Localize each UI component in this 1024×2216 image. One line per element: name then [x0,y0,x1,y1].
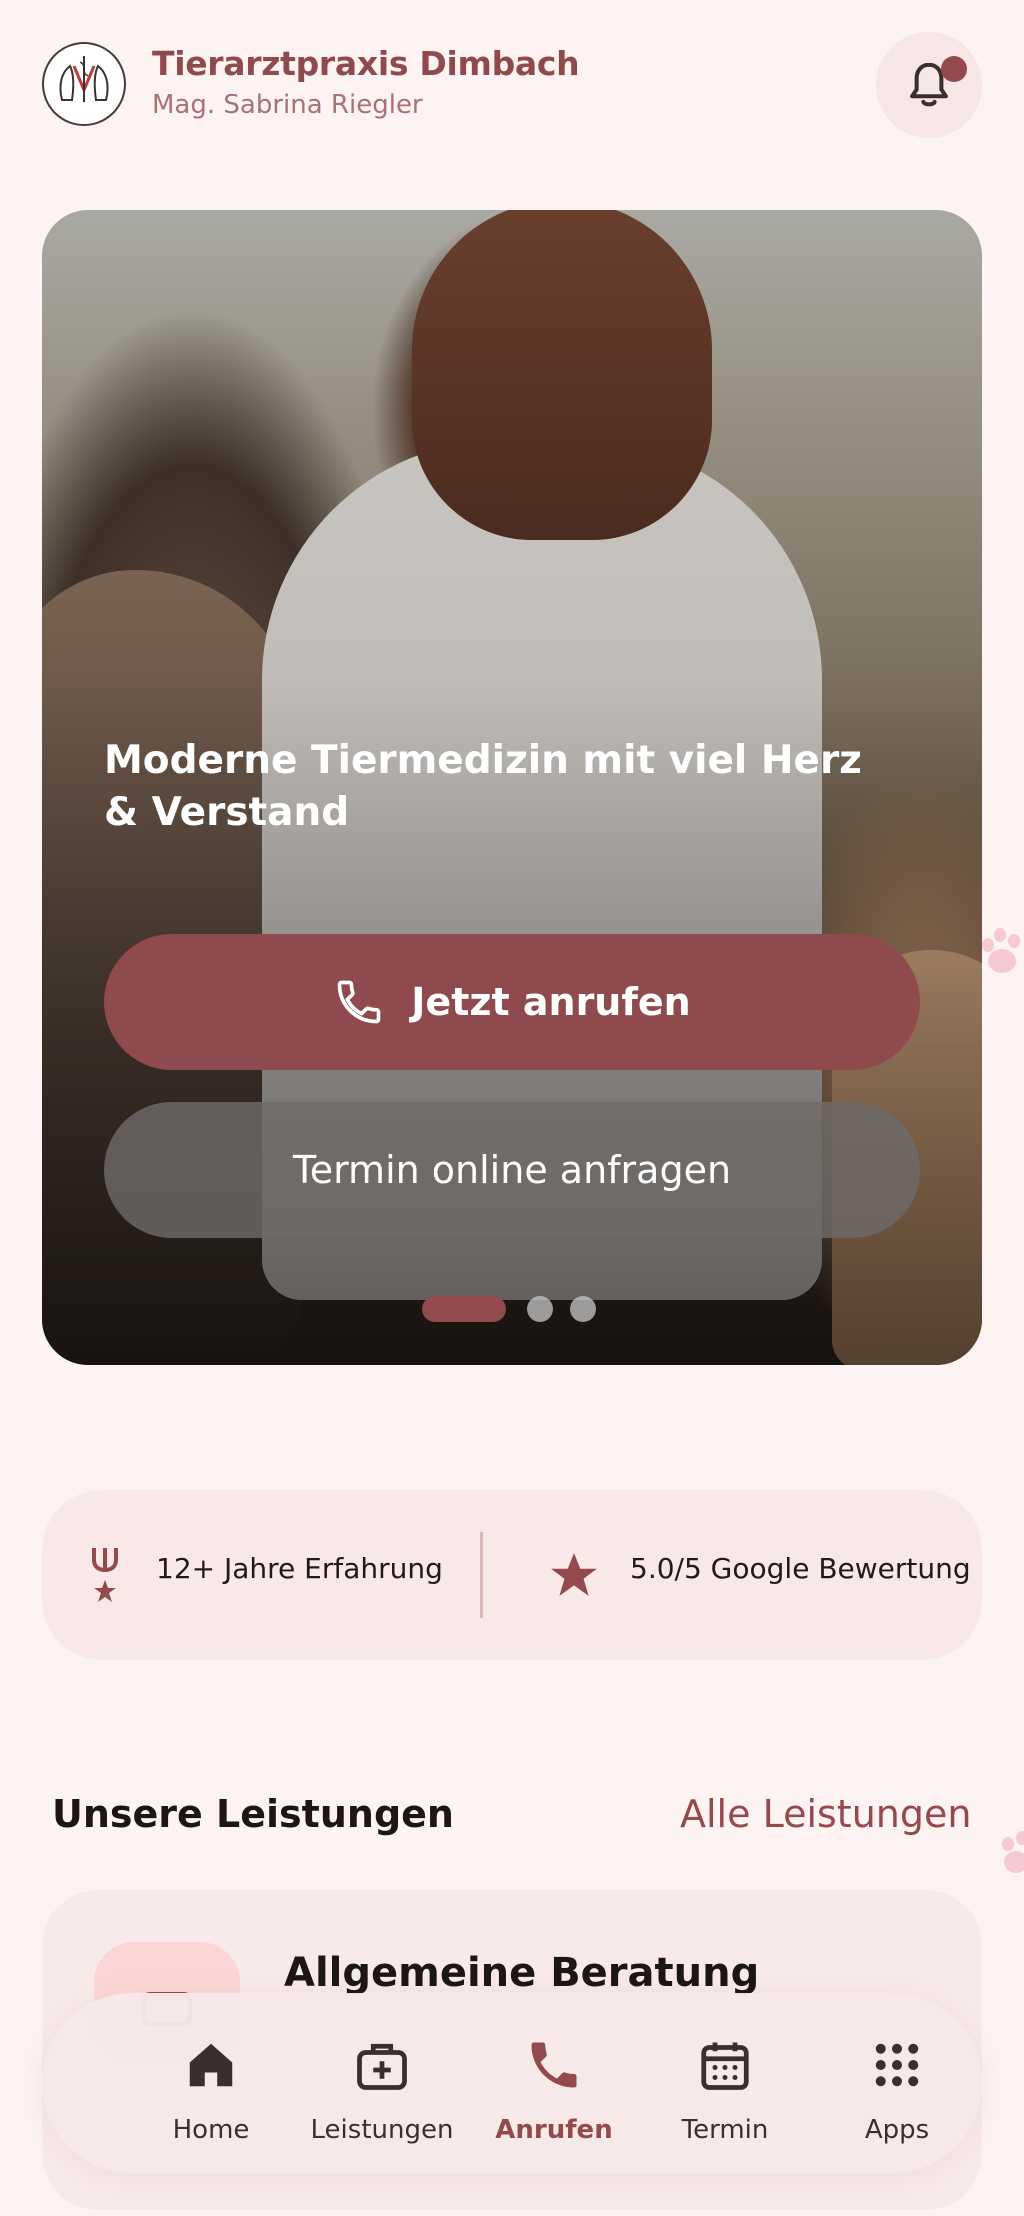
stats-divider [480,1532,483,1618]
carousel-dot[interactable] [570,1296,596,1322]
services-section-title: Unsere Leistungen [52,1792,454,1836]
online-appointment-label: Termin online anfragen [292,1148,732,1192]
home-icon [189,2043,233,2087]
nav-label-anrufen: Anrufen [495,2115,613,2145]
paw-print-icon [1002,1831,1024,1873]
bottom-navigation: Home Leistungen Anrufen Termin Apps [42,1993,982,2173]
carousel-indicator [422,1294,622,1324]
nav-label-leistungen: Leistungen [310,2115,454,2145]
medical-kit-icon [357,2043,407,2090]
nav-item-home[interactable]: Home [126,1993,296,2173]
app-header: Tierarztpraxis Dimbach Mag. Sabrina Rieg… [0,0,1024,170]
service-title: Allgemeine Beratung [284,1950,760,1996]
call-now-label: Jetzt anrufen [411,980,691,1024]
rating-stat: 5.0/5 Google Bewertung [630,1552,971,1585]
nav-item-termin[interactable]: Termin [640,1993,810,2173]
nav-item-apps[interactable]: Apps [812,1993,982,2173]
experience-stat: 12+ Jahre Erfahrung [156,1552,443,1585]
notification-badge [941,56,967,82]
carousel-dot-active[interactable] [422,1296,506,1322]
call-now-button[interactable]: Jetzt anrufen [104,934,920,1070]
apps-grid-icon [875,2043,919,2087]
app-screen: Tierarztpraxis Dimbach Mag. Sabrina Rieg… [0,0,1024,2216]
phone-icon [337,980,381,1024]
nav-label-apps: Apps [864,2115,930,2145]
paw-print-icon [982,928,1020,973]
nav-label-termin: Termin [681,2115,769,2145]
calendar-icon [701,2042,749,2090]
nav-item-anrufen[interactable]: Anrufen [469,1993,639,2173]
clinic-name: Tierarztpraxis Dimbach [152,44,580,83]
hero-tagline: Moderne Tiermedizin mit viel Herz & Vers… [104,738,862,835]
award-icon [92,1548,118,1602]
clinic-vet-name: Mag. Sabrina Riegler [152,90,423,120]
phone-icon [531,2042,577,2088]
notification-button[interactable] [876,32,982,138]
clinic-logo-icon [42,42,126,126]
carousel-dot[interactable] [527,1296,553,1322]
nav-label-home: Home [172,2115,250,2145]
online-appointment-button[interactable]: Termin online anfragen [104,1102,920,1238]
star-icon [551,1553,597,1596]
hero-carousel[interactable]: Moderne Tiermedizin mit viel Herz & Vers… [42,210,982,1365]
all-services-link[interactable]: Alle Leistungen [680,1792,971,1836]
stats-card: 12+ Jahre Erfahrung 5.0/5 Google Bewertu… [42,1490,982,1660]
nav-item-leistungen[interactable]: Leistungen [297,1993,467,2173]
